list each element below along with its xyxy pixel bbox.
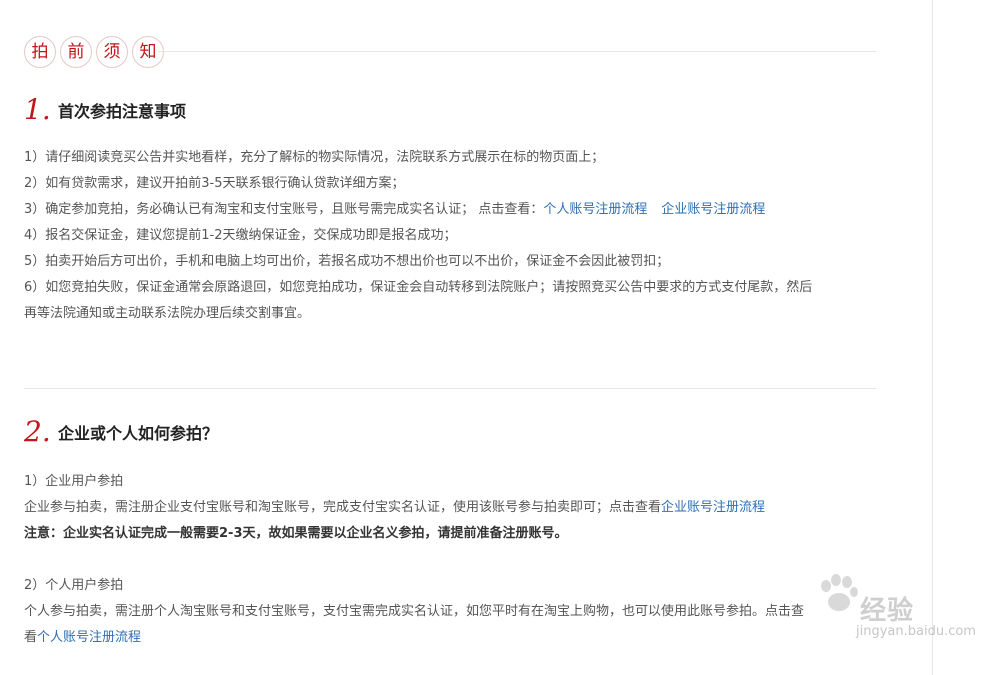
list-item-text: 6）如您竞拍失败，保证金通常会原路退回，如您竞拍成功，保证金会自动转移到法院账户… [24,280,813,295]
list-item: 1）请仔细阅读竞买公告并实地看样，充分了解标的物实际情况，法院联系方式展示在标的… [24,145,884,171]
enterprise-block: 1）企业用户参拍 企业参与拍卖，需注册企业支付宝账号和淘宝账号，完成支付宝实名认… [24,469,884,547]
section1-heading: 1. 首次参拍注意事项 [24,96,186,124]
list-item-text: 再等法院通知或主动联系法院办理后续交割事宜。 [24,306,311,321]
personal-register-link[interactable]: 个人账号注册流程 [543,202,647,217]
title-char: 知 [132,36,164,68]
list-item: 3）确定参加竞拍，务必确认已有淘宝和支付宝账号，且账号需完成实名认证； 点击查看… [24,197,884,223]
title-char: 拍 [24,36,56,68]
personal-heading: 2）个人用户参拍 [24,578,124,593]
header-divider [158,51,876,52]
section1-number: 1. [24,93,51,126]
list-item-text: 2）如有贷款需求，建议开拍前3-5天联系银行确认贷款详细方案； [24,176,405,191]
notice-title: 拍 前 须 知 [24,36,168,68]
list-item-text: 3）确定参加竞拍，务必确认已有淘宝和支付宝账号，且账号需完成实名认证； 点击查看… [24,202,544,217]
personal-desc: 个人参与拍卖，需注册个人淘宝账号和支付宝账号，支付宝需完成实名认证，如您平时有在… [24,604,805,619]
section2-number: 2. [24,415,51,448]
section1-list: 1）请仔细阅读竞买公告并实地看样，充分了解标的物实际情况，法院联系方式展示在标的… [24,145,884,327]
section2-title: 企业或个人如何参拍？ [58,424,219,443]
paw-logo-icon [821,574,858,611]
list-item-text: 5）拍卖开始后方可出价，手机和电脑上均可出价，若报名成功不想出价也可以不出价，保… [24,254,670,269]
enterprise-register-link[interactable]: 企业账号注册流程 [661,202,765,217]
baidu-jingyan-watermark: 经验 jingyan.baidu.com [816,572,976,652]
title-char: 前 [60,36,92,68]
notice-header: 拍 前 须 知 [24,36,876,68]
enterprise-note: 注意：企业实名认证完成一般需要2-3天，故如果需要以企业名义参拍，请提前准备注册… [24,526,568,541]
list-item: 6）如您竞拍失败，保证金通常会原路退回，如您竞拍成功，保证金会自动转移到法院账户… [24,275,884,301]
personal-desc-2: 看个人账号注册流程 [24,625,884,651]
personal-text-2: 看 [24,630,38,645]
title-char: 须 [96,36,128,68]
personal-register-link-2[interactable]: 个人账号注册流程 [37,630,141,645]
list-item-text: 4）报名交保证金，建议您提前1-2天缴纳保证金，交保成功即是报名成功； [24,228,457,243]
section-divider [24,388,876,389]
watermark-url: jingyan.baidu.com [856,624,976,639]
list-item-text: 1）请仔细阅读竞买公告并实地看样，充分了解标的物实际情况，法院联系方式展示在标的… [24,150,605,165]
enterprise-text: 企业参与拍卖，需注册企业支付宝账号和淘宝账号，完成支付宝实名认证，使用该账号参与… [24,500,662,515]
section1-title: 首次参拍注意事项 [58,102,187,121]
enterprise-heading: 1）企业用户参拍 [24,474,124,489]
list-item: 4）报名交保证金，建议您提前1-2天缴纳保证金，交保成功即是报名成功； [24,223,884,249]
enterprise-desc: 企业参与拍卖，需注册企业支付宝账号和淘宝账号，完成支付宝实名认证，使用该账号参与… [24,495,884,521]
enterprise-register-link-2[interactable]: 企业账号注册流程 [661,500,765,515]
personal-block: 2）个人用户参拍 个人参与拍卖，需注册个人淘宝账号和支付宝账号，支付宝需完成实名… [24,573,884,651]
watermark-brand: 经验 [860,596,915,626]
list-item: 5）拍卖开始后方可出价，手机和电脑上均可出价，若报名成功不想出价也可以不出价，保… [24,249,884,275]
list-item: 再等法院通知或主动联系法院办理后续交割事宜。 [24,301,884,327]
list-item: 2）如有贷款需求，建议开拍前3-5天联系银行确认贷款详细方案； [24,171,884,197]
section2-heading: 2. 企业或个人如何参拍？ [24,418,218,446]
